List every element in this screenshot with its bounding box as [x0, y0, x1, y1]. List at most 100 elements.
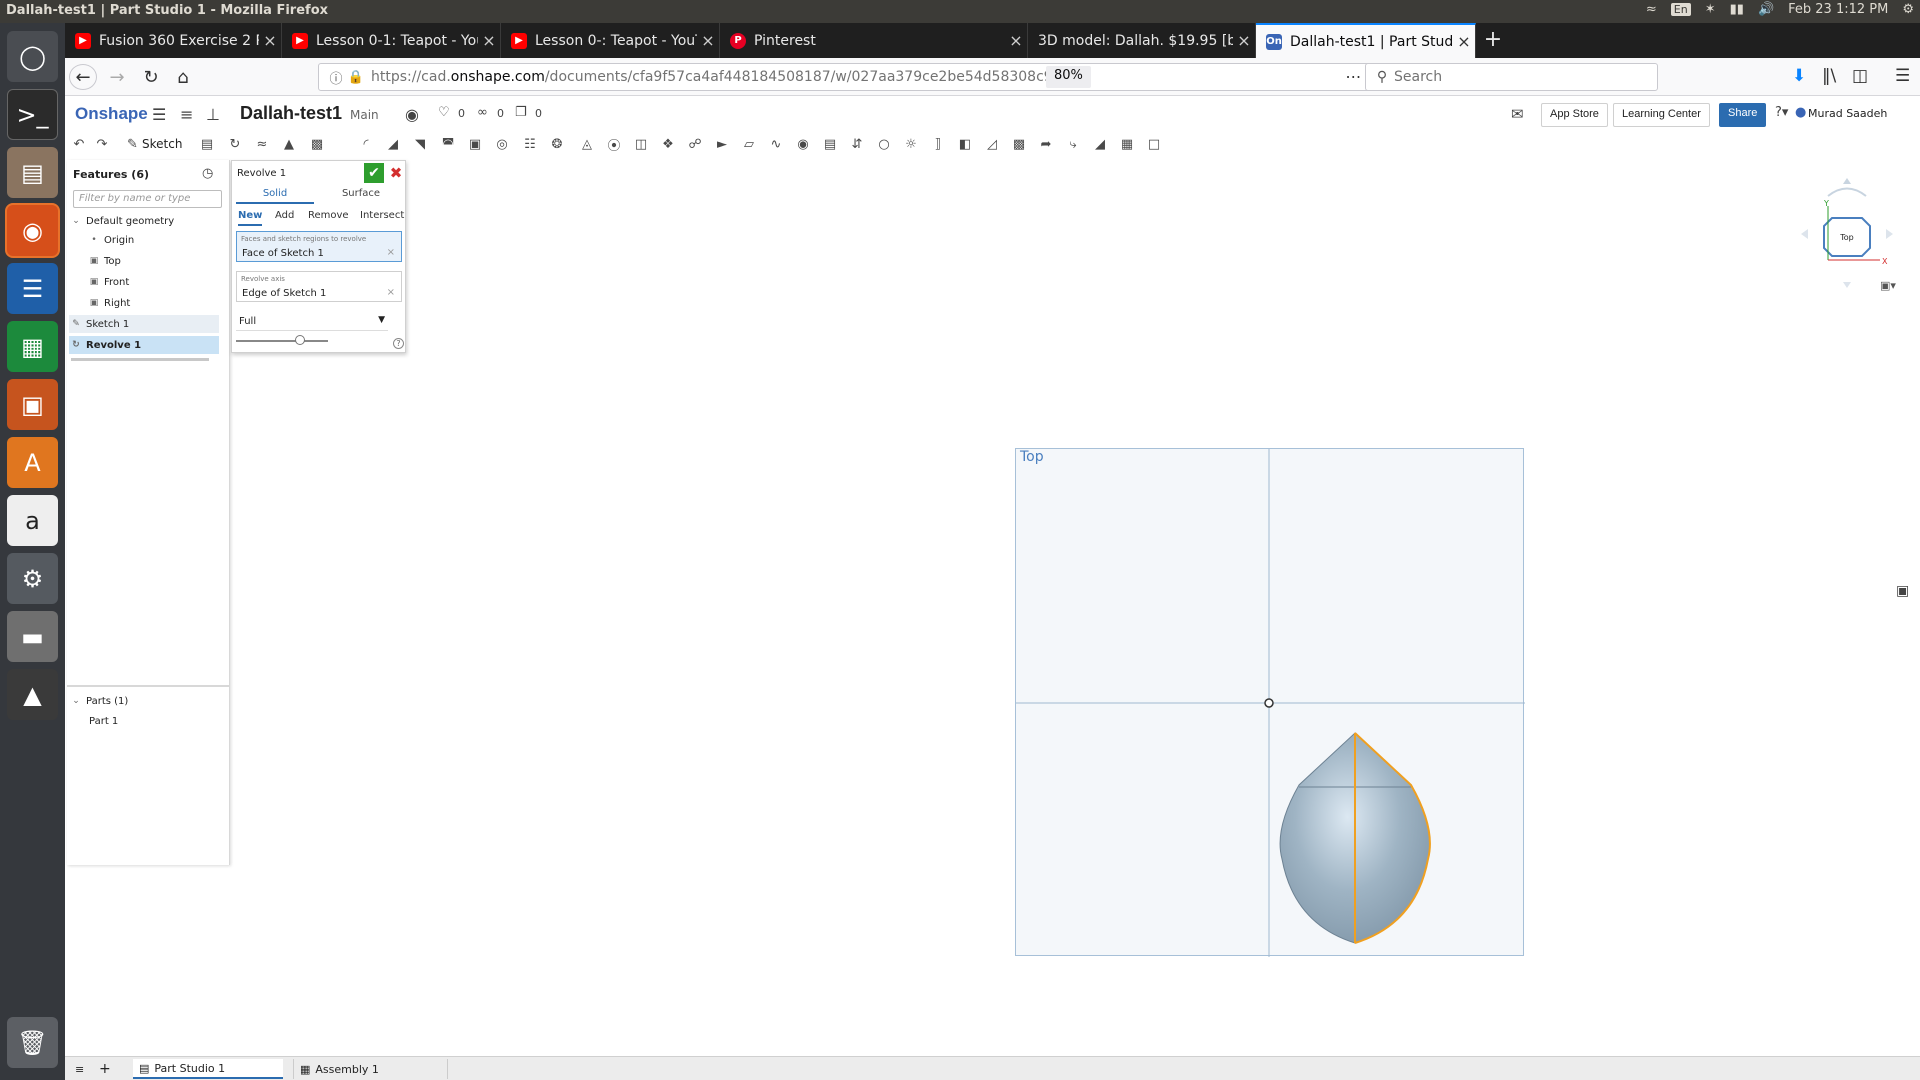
tree-item-origin[interactable]: • Origin: [69, 231, 219, 249]
tab-feature-icon[interactable]: ▩: [1010, 134, 1028, 154]
tab-close-icon[interactable]: ×: [1233, 31, 1255, 50]
chamfer-icon[interactable]: ◢: [384, 134, 402, 154]
undo-icon[interactable]: ↶: [70, 134, 88, 154]
view-right-arrow-icon[interactable]: [1886, 229, 1893, 239]
browser-tab[interactable]: P Pinterest ×: [720, 23, 1028, 58]
libreoffice-calc-icon[interactable]: ▦: [7, 321, 58, 372]
browser-tab[interactable]: ▶ Fusion 360 Exercise 2 PC ×: [65, 23, 282, 58]
chevron-down-icon[interactable]: ⌄: [69, 216, 83, 226]
axis-selection-field[interactable]: Revolve axis Edge of Sketch 1 ×: [236, 271, 402, 302]
software-center-icon[interactable]: A: [7, 437, 58, 488]
rib-icon[interactable]: ◚: [439, 134, 457, 154]
origin-marker[interactable]: [1264, 698, 1274, 708]
new-tab-button[interactable]: +: [1480, 27, 1506, 52]
keyboard-layout[interactable]: En: [1670, 3, 1691, 16]
tab-close-icon[interactable]: ×: [1005, 31, 1027, 50]
copy-icon[interactable]: ❐: [515, 105, 527, 120]
terminal-icon[interactable]: >_: [7, 89, 58, 140]
slider-knob[interactable]: [295, 335, 306, 345]
sidebar-icon[interactable]: ◫: [1852, 66, 1868, 86]
system-settings-icon[interactable]: ⚙: [7, 553, 58, 604]
surface-toggle[interactable]: Surface: [322, 188, 400, 204]
loft-icon[interactable]: ▲: [280, 134, 298, 154]
flange-icon[interactable]: ◿: [983, 134, 1001, 154]
library-icon[interactable]: ‖\: [1822, 66, 1836, 86]
learning-center-button[interactable]: Learning Center: [1613, 103, 1710, 127]
helix-icon[interactable]: ∿: [767, 134, 785, 154]
firefox-icon[interactable]: ◉: [7, 205, 58, 256]
url-text[interactable]: https://cad.onshape.com/documents/cfa9f5…: [371, 69, 1051, 85]
plane-icon[interactable]: ▱: [740, 134, 758, 154]
tree-item-front-plane[interactable]: ▣ Front: [69, 273, 219, 291]
tree-item-right-plane[interactable]: ▣ Right: [69, 294, 219, 312]
tree-part-1[interactable]: Part 1: [69, 712, 219, 730]
final-slider[interactable]: [236, 335, 328, 345]
finish-sheet-metal-icon[interactable]: ▦: [1118, 134, 1136, 154]
mate-connector-icon[interactable]: ◉: [794, 134, 812, 154]
op-new[interactable]: New: [238, 210, 263, 226]
redo-icon[interactable]: ↷: [93, 134, 111, 154]
op-remove[interactable]: Remove: [308, 210, 349, 226]
sheet-metal-icon[interactable]: ◧: [956, 134, 974, 154]
variable-icon[interactable]: ⟧: [929, 134, 947, 154]
mirror-icon[interactable]: ◬: [578, 134, 596, 154]
inkscape-icon[interactable]: ▲: [7, 669, 58, 720]
wifi-icon[interactable]: ≈: [1646, 2, 1657, 17]
forward-arrow-icon[interactable]: →: [103, 64, 131, 90]
corner-icon[interactable]: ◢: [1091, 134, 1109, 154]
cancel-close-icon[interactable]: ✖: [388, 163, 404, 183]
top-plane[interactable]: Top: [1015, 448, 1525, 957]
dash-home-icon[interactable]: ◯: [7, 31, 58, 82]
document-title[interactable]: Dallah-test1: [240, 103, 342, 124]
parts-divider[interactable]: [67, 685, 230, 687]
share-button[interactable]: Share: [1719, 103, 1767, 127]
battery-icon[interactable]: ▮▮: [1730, 2, 1744, 17]
browser-tab[interactable]: 3D model: Dallah. $19.95 [b ×: [1028, 23, 1256, 58]
volume-icon[interactable]: 🔊: [1758, 2, 1774, 17]
clock[interactable]: Feb 23 1:12 PM: [1788, 2, 1888, 17]
libreoffice-writer-icon[interactable]: ☰: [7, 263, 58, 314]
downloads-icon[interactable]: ⬇: [1792, 66, 1806, 86]
menu-icon[interactable]: ☰: [1895, 66, 1910, 86]
more-actions-icon[interactable]: ⋯: [1345, 67, 1361, 86]
tab-list-icon[interactable]: ≡: [69, 1059, 90, 1079]
files-icon[interactable]: ▤: [7, 147, 58, 198]
user-name[interactable]: Murad Saadeh: [1808, 107, 1887, 120]
filter-input[interactable]: Filter by name or type: [73, 190, 222, 208]
trash-icon[interactable]: 🗑: [7, 1017, 58, 1068]
onshape-logo[interactable]: Onshape: [75, 104, 148, 124]
sketch-button[interactable]: ✎ Sketch: [127, 134, 182, 154]
rollback-bar[interactable]: [71, 358, 209, 361]
url-bar[interactable]: ⓘ 🔒 https://cad.onshape.com/documents/cf…: [318, 63, 1423, 91]
draft-icon[interactable]: ◥: [411, 134, 429, 154]
bend-icon[interactable]: ➦: [1037, 134, 1055, 154]
sweep-icon[interactable]: ≈: [253, 134, 271, 154]
rotate-arc-icon[interactable]: [1827, 187, 1867, 197]
link-icon[interactable]: ∞: [477, 105, 488, 120]
view-options-icon[interactable]: ▣▾: [1880, 279, 1896, 291]
tab-part-studio-1[interactable]: ▤ Part Studio 1: [133, 1059, 283, 1079]
shell-icon[interactable]: ▣: [466, 134, 484, 154]
mass-properties-icon[interactable]: ○: [875, 134, 893, 154]
amazon-icon[interactable]: a: [7, 495, 58, 546]
app-store-button[interactable]: App Store: [1541, 103, 1608, 127]
revolve-type-dropdown[interactable]: Full ▼: [236, 313, 388, 331]
fillet-icon[interactable]: ◜: [357, 134, 375, 154]
user-avatar-icon[interactable]: ●: [1795, 105, 1806, 120]
history-clock-icon[interactable]: ◷: [202, 166, 213, 181]
delete-part-icon[interactable]: ☍: [686, 134, 704, 154]
op-add[interactable]: Add: [275, 210, 294, 226]
tree-item-sketch-1[interactable]: ✎ Sketch 1: [69, 315, 219, 333]
op-intersect[interactable]: Intersect: [360, 210, 404, 226]
revolve-icon[interactable]: ↻: [226, 134, 244, 154]
graphics-settings-icon[interactable]: ▣: [1896, 583, 1909, 599]
accept-check-icon[interactable]: ✔: [364, 163, 384, 183]
help-icon[interactable]: ?: [393, 338, 404, 349]
thicken-icon[interactable]: ▩: [308, 134, 326, 154]
zoom-indicator[interactable]: 80%: [1046, 66, 1091, 88]
browser-tab[interactable]: ▶ Lesson 0-: Teapot - YouT ×: [501, 23, 720, 58]
instance-icon[interactable]: ⊥: [206, 105, 220, 124]
site-info-icon[interactable]: ⓘ: [325, 68, 347, 87]
disk-drive-icon[interactable]: ▬: [7, 611, 58, 662]
settings-gear-icon[interactable]: ⚙: [1902, 2, 1914, 17]
